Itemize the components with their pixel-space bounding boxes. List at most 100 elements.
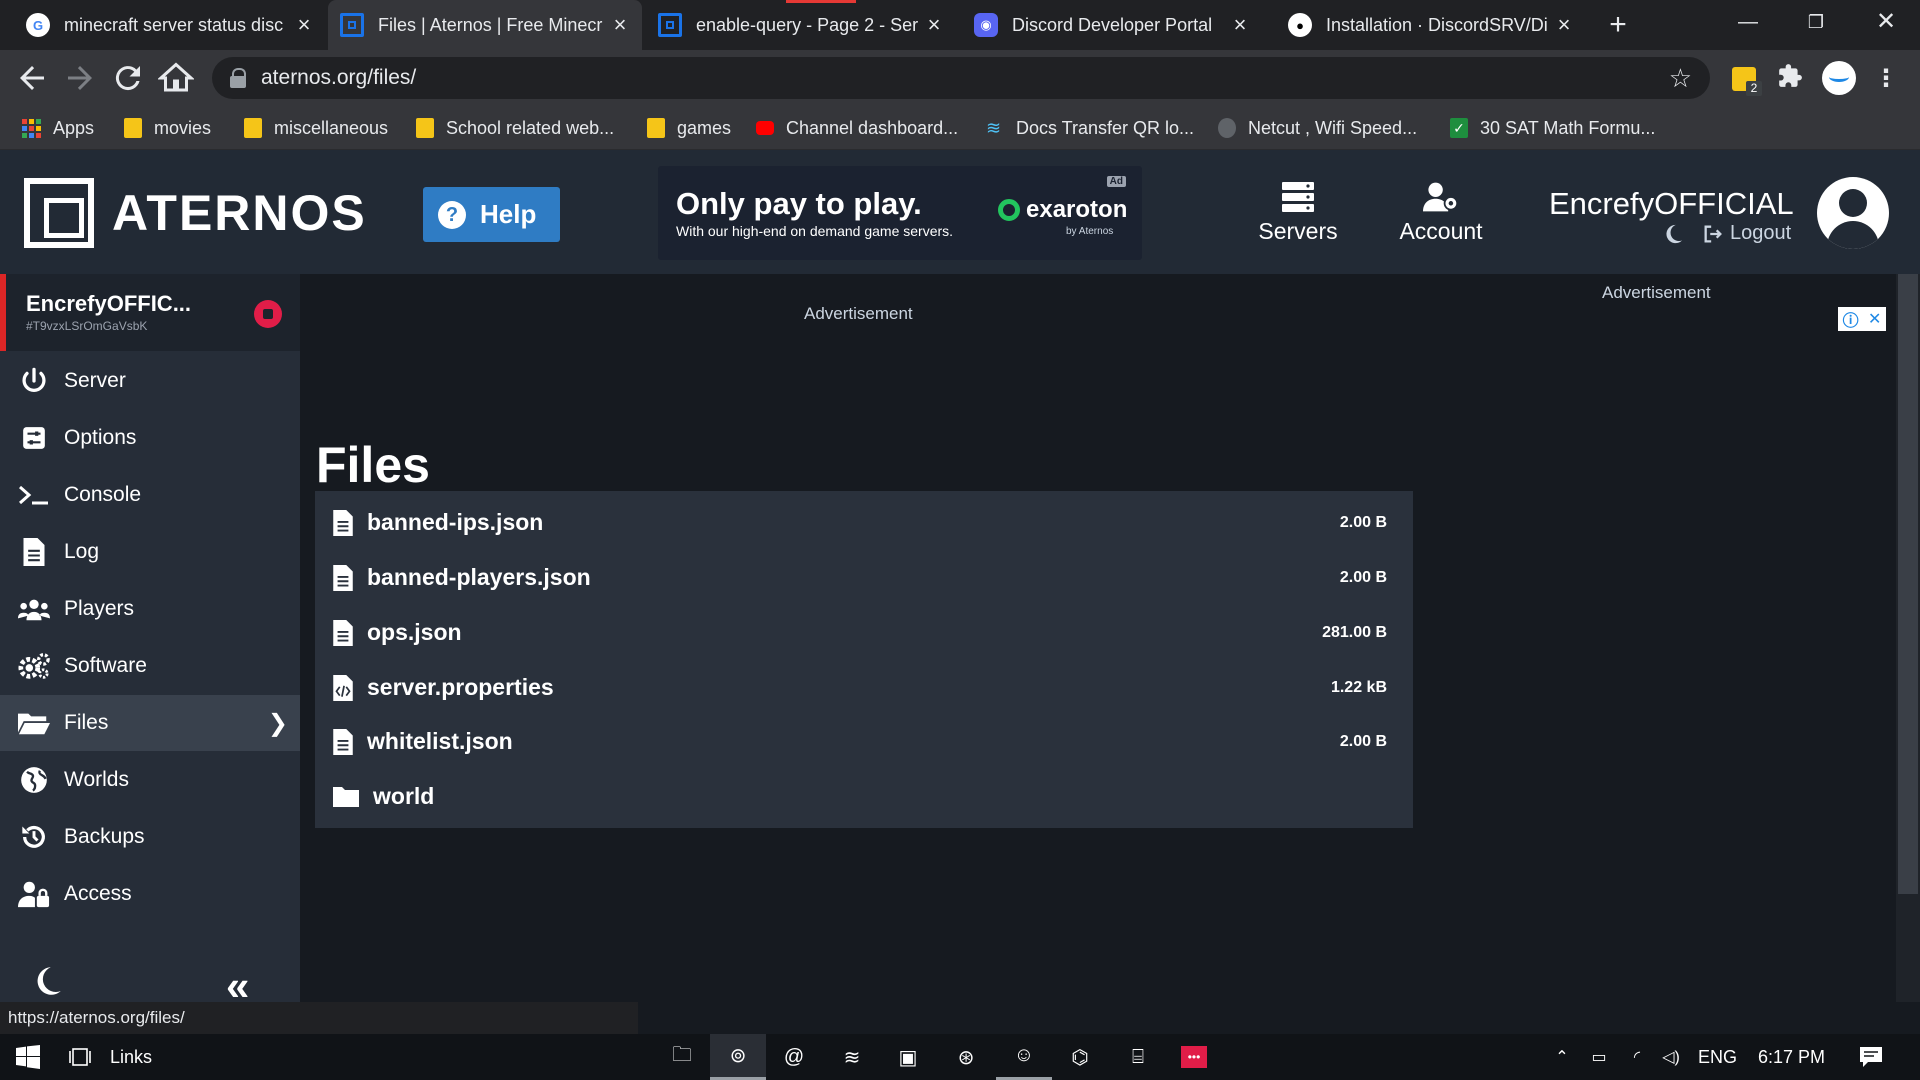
- site-logo-text[interactable]: ATERNOS: [112, 184, 367, 242]
- chrome-menu-button[interactable]: ⋮: [1870, 63, 1902, 95]
- bookmark-miscellaneous[interactable]: miscellaneous: [244, 106, 388, 150]
- back-button[interactable]: [14, 60, 50, 96]
- tab-title: minecraft server status disc: [64, 14, 284, 35]
- file-row[interactable]: ops.json 281.00 B: [315, 601, 1413, 664]
- tab-enable-query[interactable]: enable-query - Page 2 - Ser ×: [646, 0, 956, 50]
- sidebar-item-software[interactable]: Software: [0, 638, 300, 694]
- reload-button[interactable]: [110, 60, 146, 96]
- exaroton-icon: [998, 199, 1020, 221]
- bookmark-channel-dashboard[interactable]: Channel dashboard...: [756, 106, 958, 150]
- close-icon[interactable]: ×: [924, 12, 944, 38]
- notifications-button[interactable]: [1856, 1034, 1886, 1080]
- bookmark-sat-math[interactable]: ✓ 30 SAT Math Formu...: [1450, 106, 1655, 150]
- profile-avatar-button[interactable]: [1822, 61, 1856, 95]
- forward-button[interactable]: [62, 60, 98, 96]
- sidebar-item-access[interactable]: Access: [0, 866, 300, 922]
- aternos-logo-icon[interactable]: [24, 178, 94, 248]
- bookmark-star-icon[interactable]: ☆: [1669, 63, 1692, 94]
- sidebar-item-console[interactable]: Console: [0, 467, 300, 523]
- sidebar-item-label: Players: [64, 597, 135, 620]
- bookmark-movies[interactable]: movies: [124, 106, 211, 150]
- sidebar-item-label: Software: [64, 654, 147, 677]
- scrollbar-thumb[interactable]: [1898, 274, 1918, 894]
- tray-overflow-chevron-icon[interactable]: ⌃: [1552, 1034, 1572, 1080]
- taskbar-steam[interactable]: ⊛: [938, 1034, 994, 1080]
- file-code-icon: [333, 674, 353, 701]
- close-icon[interactable]: ×: [294, 12, 314, 38]
- nav-servers[interactable]: Servers: [1243, 180, 1353, 245]
- language-indicator[interactable]: ENG: [1698, 1034, 1737, 1080]
- folder-row[interactable]: world: [315, 765, 1413, 828]
- lock-icon: [229, 68, 247, 88]
- extensions-button[interactable]: [1774, 63, 1806, 95]
- minimize-button[interactable]: —: [1718, 0, 1778, 44]
- github-icon: ●: [1288, 13, 1312, 37]
- tab-discord-dev[interactable]: ◉ Discord Developer Portal ×: [962, 0, 1262, 50]
- nav-account[interactable]: Account: [1386, 180, 1496, 245]
- taskbar-chrome[interactable]: ⊚: [710, 1034, 766, 1080]
- tab-strip: G minecraft server status disc × Files |…: [0, 0, 1920, 50]
- task-view-button[interactable]: [64, 1034, 96, 1080]
- taskbar-file-explorer[interactable]: 🗀: [654, 1034, 710, 1080]
- bookmark-netcut[interactable]: Netcut , Wifi Speed...: [1218, 106, 1417, 150]
- bookmark-games[interactable]: games: [647, 106, 731, 150]
- advertisement-label-side: Advertisement: [1602, 283, 1711, 302]
- taskbar-spotify[interactable]: ≋: [824, 1034, 880, 1080]
- bookmark-school[interactable]: School related web...: [416, 106, 614, 150]
- taskbar-media[interactable]: ▣: [880, 1034, 936, 1080]
- exaroton-logo: exaroton: [998, 196, 1127, 224]
- start-button[interactable]: [10, 1034, 46, 1080]
- bookmark-docs-transfer[interactable]: ≋ Docs Transfer QR lo...: [986, 106, 1194, 150]
- extension-notes-button[interactable]: 2: [1728, 63, 1762, 96]
- close-icon[interactable]: ×: [1230, 12, 1250, 38]
- info-icon[interactable]: ⓘ: [1843, 307, 1859, 331]
- user-name[interactable]: EncrefyOFFICIAL: [1549, 186, 1794, 222]
- restore-button[interactable]: ❐: [1786, 0, 1846, 44]
- network-icon[interactable]: ◜: [1624, 1034, 1650, 1080]
- file-row[interactable]: banned-ips.json 2.00 B: [315, 491, 1413, 554]
- sidebar-item-worlds[interactable]: Worlds: [0, 752, 300, 808]
- close-icon[interactable]: ×: [1554, 12, 1574, 38]
- file-icon: [333, 564, 353, 591]
- file-row[interactable]: whitelist.json 2.00 B: [315, 710, 1413, 773]
- file-row[interactable]: banned-players.json 2.00 B: [315, 546, 1413, 609]
- sidebar-item-options[interactable]: Options: [0, 410, 300, 466]
- server-card[interactable]: EncrefyOFFIC... #T9vzxLSrOmGaVsbK: [0, 274, 300, 351]
- bookmark-apps[interactable]: Apps: [22, 106, 94, 150]
- tab-aternos-files[interactable]: Files | Aternos | Free Minecr ×: [328, 0, 642, 50]
- close-ad-icon[interactable]: ✕: [1868, 309, 1881, 329]
- page-scrollbar[interactable]: [1896, 274, 1920, 1002]
- user-avatar[interactable]: [1817, 177, 1889, 249]
- battery-icon[interactable]: ▭: [1586, 1034, 1612, 1080]
- header-ad-banner[interactable]: Only pay to play. With our high-end on d…: [658, 166, 1142, 260]
- logout-link[interactable]: Logout: [1730, 222, 1791, 245]
- sliders-icon: [18, 424, 50, 452]
- taskbar-drive[interactable]: ⌸: [1110, 1034, 1166, 1080]
- sidebar-item-files[interactable]: Files ❯: [0, 695, 300, 751]
- volume-icon[interactable]: ◁): [1658, 1034, 1684, 1080]
- server-status-stop-icon[interactable]: [254, 300, 282, 328]
- taskbar-red-app[interactable]: •••: [1166, 1034, 1222, 1080]
- new-tab-button[interactable]: +: [1600, 8, 1636, 44]
- loading-indicator: [786, 0, 856, 3]
- address-bar[interactable]: aternos.org/files/ ☆: [212, 57, 1710, 99]
- dark-mode-moon-icon[interactable]: [32, 966, 62, 996]
- taskbar-game-launcher[interactable]: ⌬: [1052, 1034, 1108, 1080]
- moon-icon[interactable]: [1662, 223, 1684, 245]
- sidebar-item-backups[interactable]: Backups: [0, 809, 300, 865]
- window-close-button[interactable]: ✕: [1856, 0, 1916, 44]
- sidebar-item-players[interactable]: Players: [0, 581, 300, 637]
- taskbar-links-toolbar[interactable]: Links: [110, 1034, 152, 1080]
- tab-github-install[interactable]: ● Installation · DiscordSRV/Di ×: [1276, 0, 1586, 50]
- close-icon[interactable]: ×: [610, 12, 630, 38]
- taskbar-clock[interactable]: 6:17 PM: [1758, 1034, 1825, 1080]
- home-button[interactable]: [157, 60, 195, 96]
- ad-headline: Only pay to play.: [676, 186, 922, 221]
- adchoices-control[interactable]: ⓘ ✕: [1838, 307, 1886, 331]
- taskbar-edge[interactable]: @: [766, 1034, 822, 1080]
- sidebar-item-server[interactable]: Server: [0, 353, 300, 409]
- sidebar-item-log[interactable]: Log: [0, 524, 300, 580]
- taskbar-discord[interactable]: ☺: [996, 1034, 1052, 1080]
- help-button[interactable]: ? Help: [423, 187, 560, 242]
- tab-google-search[interactable]: G minecraft server status disc ×: [14, 0, 326, 50]
